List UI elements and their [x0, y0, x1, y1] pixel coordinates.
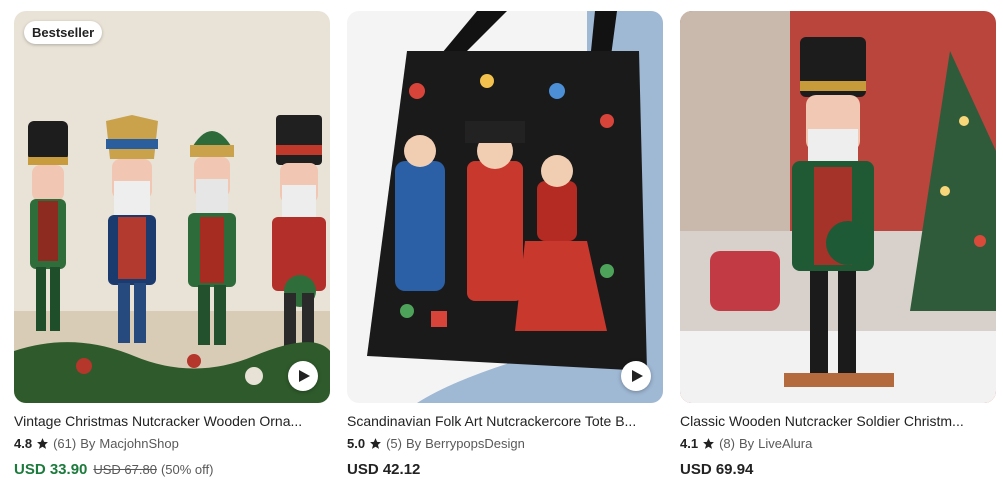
by-label: By [80, 436, 96, 451]
tote-bag-photo [347, 11, 663, 403]
product-card[interactable]: Bestseller Vintage Christmas Nutcracker … [14, 11, 330, 479]
play-video-button[interactable] [621, 361, 651, 391]
original-price: USD 67.80 [93, 462, 157, 477]
by-label: By [738, 436, 755, 451]
nutcracker-row-photo [14, 11, 330, 403]
product-image[interactable]: Bestseller [14, 11, 330, 403]
by-label: By [405, 436, 422, 451]
product-rating-row: 4.1 (8) By LiveAlura [680, 435, 996, 452]
star-icon [370, 438, 381, 449]
bestseller-badge: Bestseller [24, 21, 103, 44]
product-image[interactable] [680, 11, 996, 403]
price-row: USD 33.90 USD 67.80 (50% off) [14, 460, 330, 479]
product-title[interactable]: Scandinavian Folk Art Nutcrackercore Tot… [347, 412, 663, 430]
nutcracker-soldier-photo [680, 11, 996, 403]
review-count: (61) [53, 436, 77, 451]
price: USD 42.12 [347, 461, 421, 478]
price-row: USD 42.12 [347, 460, 663, 479]
shop-name-link[interactable]: MacjohnShop [99, 435, 179, 452]
product-rating-row: 5.0 (5) By BerrypopsDesign [347, 435, 663, 452]
shop-name-link[interactable]: LiveAlura [758, 435, 812, 452]
star-icon [703, 438, 714, 449]
rating-value: 5.0 [347, 436, 366, 451]
review-count: (8) [719, 436, 735, 451]
product-title[interactable]: Classic Wooden Nutcracker Soldier Christ… [680, 412, 996, 430]
product-title[interactable]: Vintage Christmas Nutcracker Wooden Orna… [14, 412, 330, 430]
product-card[interactable]: Scandinavian Folk Art Nutcrackercore Tot… [347, 11, 663, 479]
price-row: USD 69.94 [680, 460, 996, 479]
price: USD 69.94 [680, 461, 754, 478]
star-icon [37, 438, 48, 449]
shop-name-link[interactable]: BerrypopsDesign [425, 435, 525, 452]
sale-price: USD 33.90 [14, 461, 88, 478]
play-video-button[interactable] [288, 361, 318, 391]
rating-value: 4.1 [680, 436, 699, 451]
discount-label: (50% off) [160, 462, 214, 477]
play-icon [299, 370, 310, 382]
product-rating-row: 4.8 (61) By MacjohnShop [14, 435, 330, 452]
product-image[interactable] [347, 11, 663, 403]
product-card[interactable]: Classic Wooden Nutcracker Soldier Christ… [680, 11, 996, 479]
play-icon [632, 370, 643, 382]
review-count: (5) [386, 436, 402, 451]
rating-value: 4.8 [14, 436, 33, 451]
